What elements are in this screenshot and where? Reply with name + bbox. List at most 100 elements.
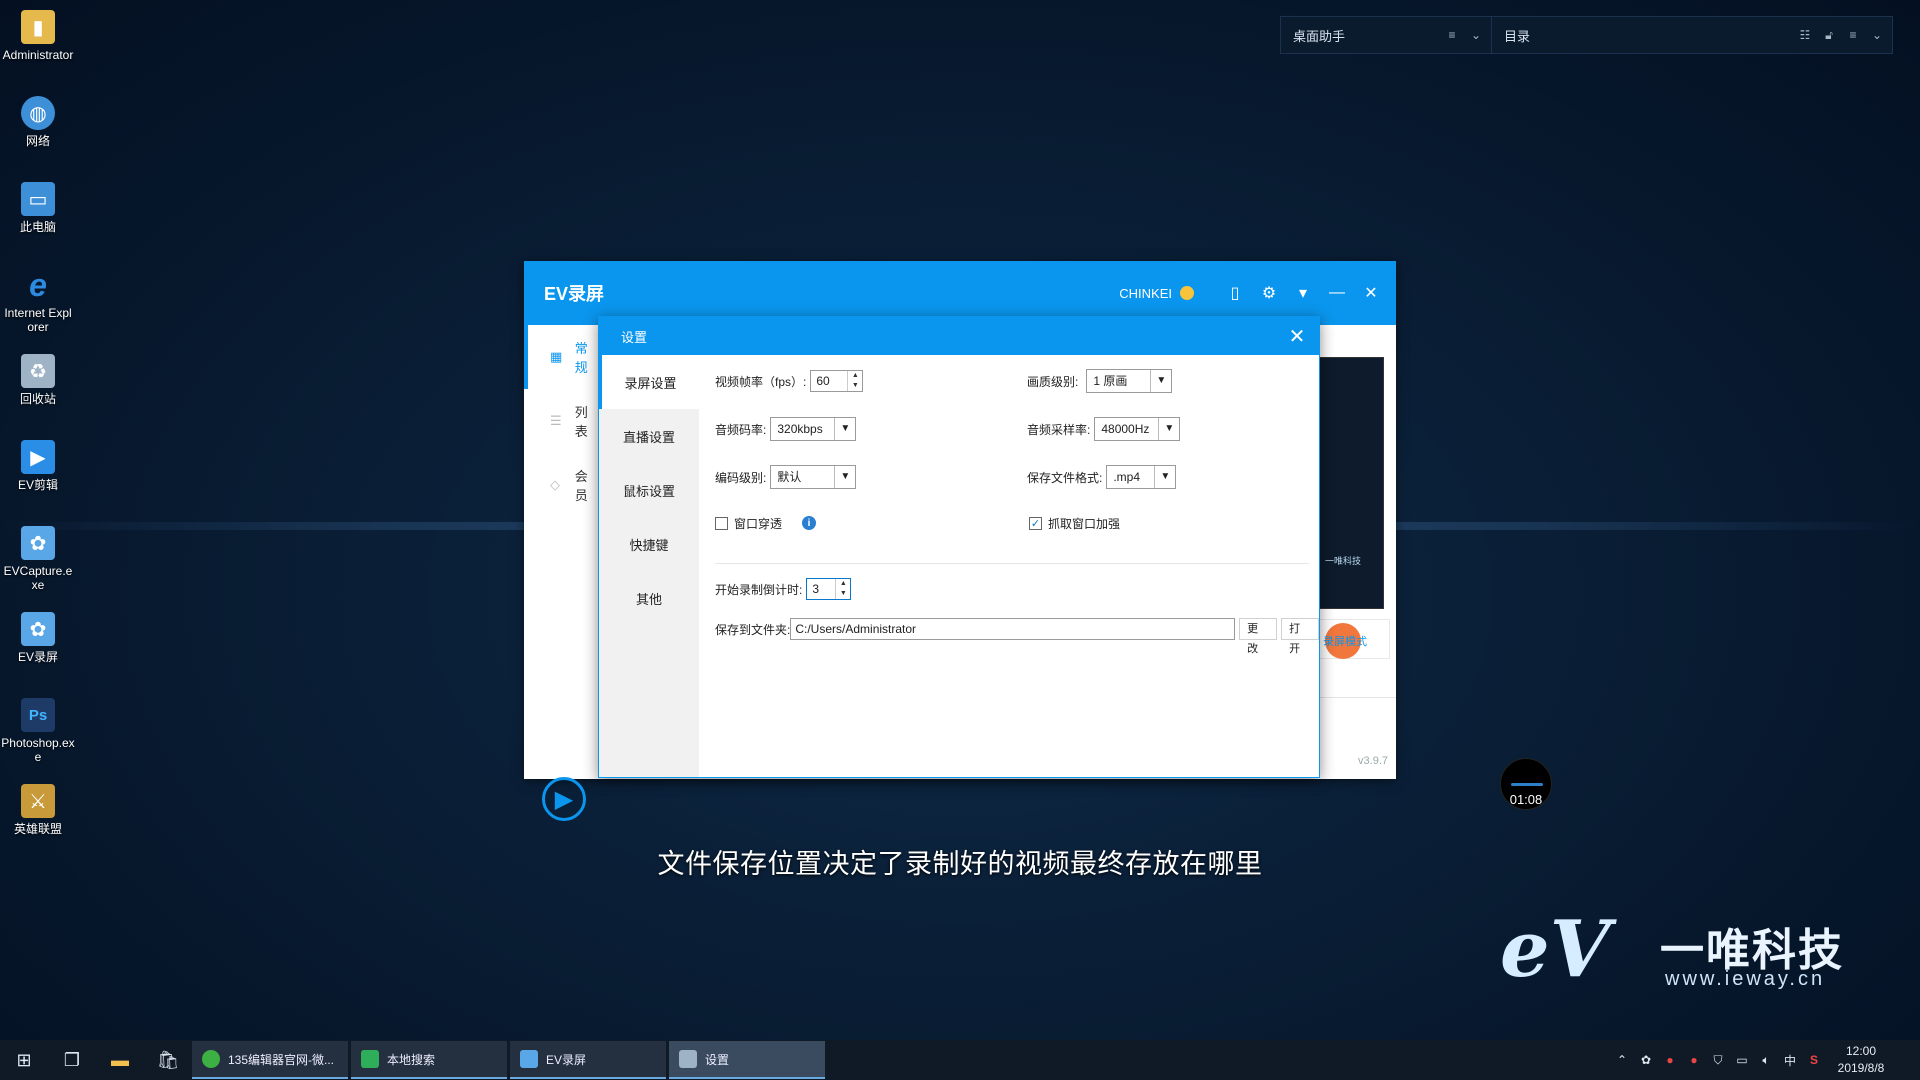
- desktop-icon-administrator[interactable]: ▮ Administrator: [0, 6, 76, 92]
- sidebar-item-label: 列表: [574, 405, 588, 439]
- sidebar-item-general[interactable]: ▦ 常规: [524, 325, 599, 389]
- recording-timer[interactable]: 01:08: [1500, 758, 1552, 810]
- desktop-icon-evcapture[interactable]: ✿ EVCapture.exe: [0, 522, 76, 608]
- ev-recorder-icon: ✿: [21, 612, 55, 646]
- tablet-icon[interactable]: ▯: [1218, 283, 1252, 303]
- volume-icon[interactable]: 🔈︎: [1754, 1053, 1778, 1068]
- catalog-title: 目录: [1504, 28, 1531, 44]
- quality-select[interactable]: 1 原画 ▼: [1086, 369, 1173, 393]
- ev-editor-icon: ▶: [21, 440, 55, 474]
- list-icon[interactable]: ☷: [1796, 28, 1814, 42]
- stepper-arrows-icon[interactable]: ▲ ▼: [835, 579, 850, 599]
- chevron-down-icon: ▼: [834, 466, 855, 488]
- tab-hotkeys[interactable]: 快捷键: [599, 517, 699, 571]
- lol-icon: ⚔: [21, 784, 55, 818]
- video-subtitle: 文件保存位置决定了录制好的视频最终存放在哪里: [657, 849, 1263, 879]
- sample-rate-label: 音频采样率:: [1027, 422, 1091, 437]
- divider: [1320, 697, 1396, 698]
- desktop-icon-recycle-bin[interactable]: ♻ 回收站: [0, 350, 76, 436]
- settings-title: 设置: [621, 329, 648, 345]
- change-folder-button[interactable]: 更改: [1239, 618, 1278, 655]
- settings-body: 视频帧率（fps）: 60 ▲ ▼ 画质级别: 1 原画 ▼ 音频码率: 320k…: [699, 355, 1319, 777]
- sogou-icon[interactable]: S: [1802, 1053, 1826, 1067]
- save-folder-input[interactable]: C:/Users/Administrator: [790, 618, 1236, 640]
- tab-other[interactable]: 其他: [599, 571, 699, 625]
- sidebar-item-label: 会员: [574, 469, 588, 503]
- ev-username[interactable]: CHINKEI: [1119, 286, 1172, 301]
- countdown-stepper[interactable]: 3 ▲ ▼: [806, 578, 852, 600]
- window-through-label[interactable]: 窗口穿透: [734, 515, 782, 532]
- ime-indicator[interactable]: 中: [1778, 1052, 1802, 1069]
- open-folder-button[interactable]: 打开: [1281, 618, 1319, 655]
- audio-bitrate-select[interactable]: 320kbps ▼: [770, 417, 857, 441]
- window-through-checkbox[interactable]: [715, 516, 728, 530]
- coin-icon: [1180, 286, 1194, 300]
- sidebar-item-member[interactable]: ◇ 会员: [524, 453, 599, 517]
- quality-value: 1 原画: [1093, 374, 1128, 388]
- encode-select[interactable]: 默认 ▼: [770, 465, 857, 489]
- format-select[interactable]: .mp4 ▼: [1106, 465, 1177, 489]
- play-button[interactable]: ▶: [542, 777, 586, 821]
- chevron-down-icon[interactable]: ⌄: [1467, 28, 1485, 42]
- tab-mouse-settings[interactable]: 鼠标设置: [599, 463, 699, 517]
- countdown-value[interactable]: 3: [807, 579, 835, 599]
- taskbar-app-local-search[interactable]: 本地搜索: [351, 1041, 507, 1079]
- record-mode-button[interactable]: 录屏模式: [1318, 619, 1390, 659]
- ie-icon: e: [29, 266, 47, 303]
- format-label: 保存文件格式:: [1027, 470, 1103, 485]
- info-icon[interactable]: i: [802, 516, 817, 530]
- desktop-icon-photoshop[interactable]: Ps Photoshop.exe: [0, 694, 76, 780]
- fps-stepper[interactable]: 60 ▲ ▼: [810, 370, 864, 392]
- gear-icon[interactable]: ⚙: [1252, 283, 1286, 303]
- gear-icon[interactable]: ✿: [1634, 1053, 1658, 1067]
- desktop-icon-ev-recorder[interactable]: ✿ EV录屏: [0, 608, 76, 694]
- minimize-icon[interactable]: —: [1320, 284, 1354, 302]
- capture-enhance-label[interactable]: 抓取窗口加强: [1048, 515, 1120, 532]
- capture-enhance-checkbox[interactable]: ✓: [1029, 516, 1042, 530]
- encode-value: 默认: [777, 470, 802, 484]
- desktop-icon-network[interactable]: ◍ 网络: [0, 92, 76, 178]
- lock-icon[interactable]: 🔓︎: [1820, 28, 1838, 43]
- catalog-bar[interactable]: 目录 ☷ 🔓︎ ≡ ⌄: [1491, 16, 1893, 54]
- settings-nav: 录屏设置 直播设置 鼠标设置 快捷键 其他: [599, 355, 699, 777]
- taskbar-app-ev-recorder[interactable]: EV录屏: [510, 1041, 666, 1079]
- chevron-up-icon[interactable]: ⌃: [1610, 1053, 1634, 1067]
- save-folder-label: 保存到文件夹:: [715, 622, 791, 637]
- file-explorer-icon[interactable]: ▬: [96, 1040, 144, 1080]
- dropdown-icon[interactable]: ▾: [1286, 283, 1320, 303]
- taskbar-app-settings[interactable]: 设置: [669, 1041, 825, 1079]
- desktop-icon-ev-editor[interactable]: ▶ EV剪辑: [0, 436, 76, 522]
- menu-icon[interactable]: ≡: [1443, 28, 1461, 42]
- store-icon[interactable]: 🛍︎: [144, 1040, 192, 1080]
- chevron-down-icon[interactable]: ⌄: [1868, 28, 1886, 42]
- taskbar-app-135editor[interactable]: 135编辑器官网-微...: [192, 1041, 348, 1079]
- tab-record-settings[interactable]: 录屏设置: [599, 355, 699, 409]
- tab-live-settings[interactable]: 直播设置: [599, 409, 699, 463]
- settings-titlebar[interactable]: 设置 ✕: [599, 317, 1319, 355]
- menu-icon[interactable]: ≡: [1844, 28, 1862, 42]
- windows-start-icon[interactable]: ⊞: [0, 1040, 48, 1080]
- system-tray: ⌃ ✿ ● ● ⛉ ▭ 🔈︎ 中 S 12:00 2019/8/8: [1610, 1043, 1920, 1077]
- qq-icon[interactable]: ●: [1658, 1053, 1682, 1067]
- desktop-icon-this-pc[interactable]: ▭ 此电脑: [0, 178, 76, 264]
- ev-capture-icon: ✿: [21, 526, 55, 560]
- stepper-arrows-icon[interactable]: ▲ ▼: [847, 371, 862, 391]
- fps-row: 视频帧率（fps）: 60 ▲ ▼: [715, 369, 864, 393]
- close-icon[interactable]: ✕: [1275, 324, 1319, 349]
- logo-mark: eV: [1500, 904, 1611, 995]
- sample-rate-select[interactable]: 48000Hz ▼: [1094, 417, 1181, 441]
- close-icon[interactable]: ✕: [1354, 283, 1388, 303]
- fps-value[interactable]: 60: [811, 371, 847, 391]
- sidebar-item-list[interactable]: ☰ 列表: [524, 389, 599, 453]
- audio-bitrate-row: 音频码率: 320kbps ▼: [715, 417, 857, 441]
- qq-icon[interactable]: ●: [1682, 1053, 1706, 1067]
- version-label: v3.9.7: [1358, 755, 1388, 767]
- shield-icon[interactable]: ⛉: [1706, 1053, 1730, 1068]
- countdown-row: 开始录制倒计时: 3 ▲ ▼: [715, 577, 852, 601]
- clock[interactable]: 12:00 2019/8/8: [1826, 1043, 1896, 1077]
- network-icon[interactable]: ▭: [1730, 1053, 1754, 1067]
- desktop-assistant-bar[interactable]: 桌面助手 ≡ ⌄: [1280, 16, 1492, 54]
- task-view-icon[interactable]: ❐: [48, 1040, 96, 1080]
- chevron-down-icon: ▼: [1150, 370, 1171, 392]
- desktop-icon-ie[interactable]: e Internet Explorer: [0, 264, 76, 350]
